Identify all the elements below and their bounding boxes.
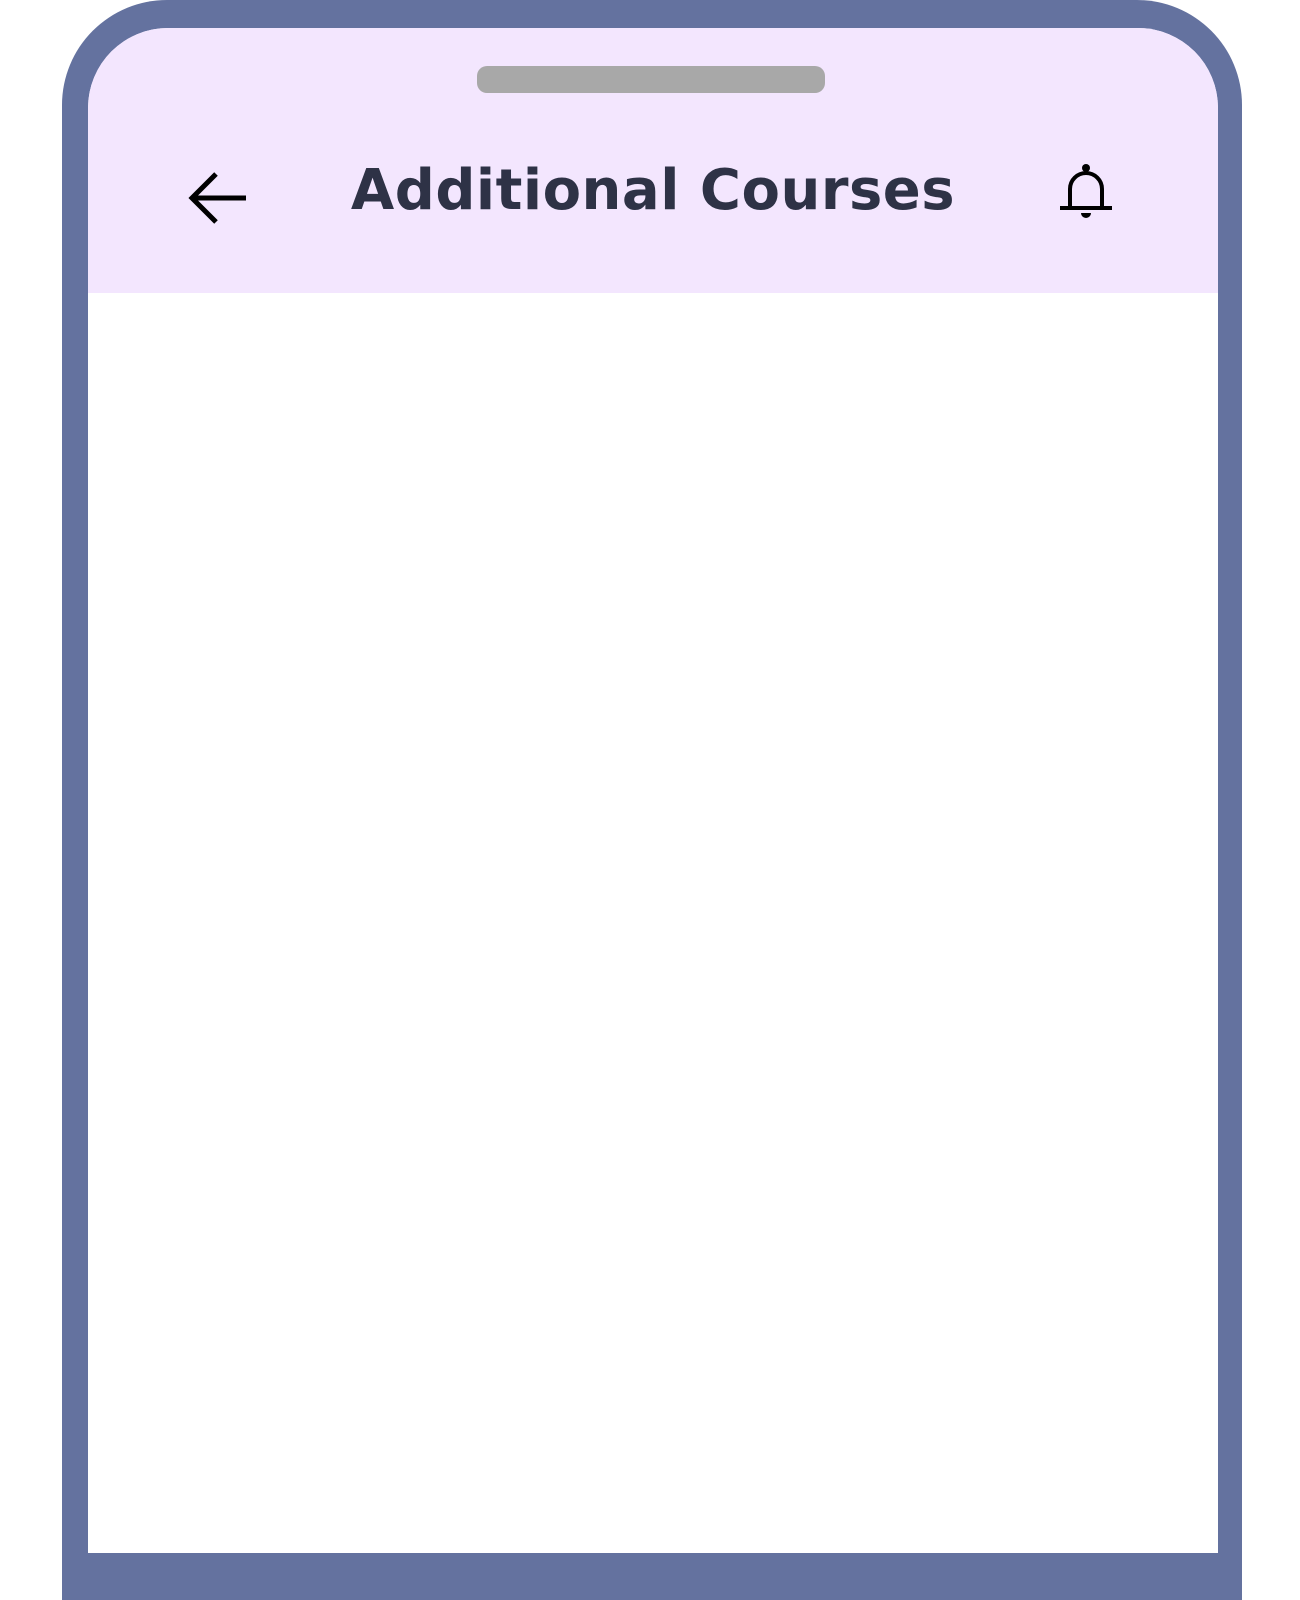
page-title: Additional Courses bbox=[350, 158, 956, 223]
bell-icon bbox=[1060, 164, 1112, 218]
app-screen: Additional Courses bbox=[88, 28, 1218, 1553]
speaker-notch bbox=[477, 66, 825, 93]
notification-button[interactable] bbox=[1056, 163, 1120, 227]
app-header: Additional Courses bbox=[88, 28, 1218, 293]
